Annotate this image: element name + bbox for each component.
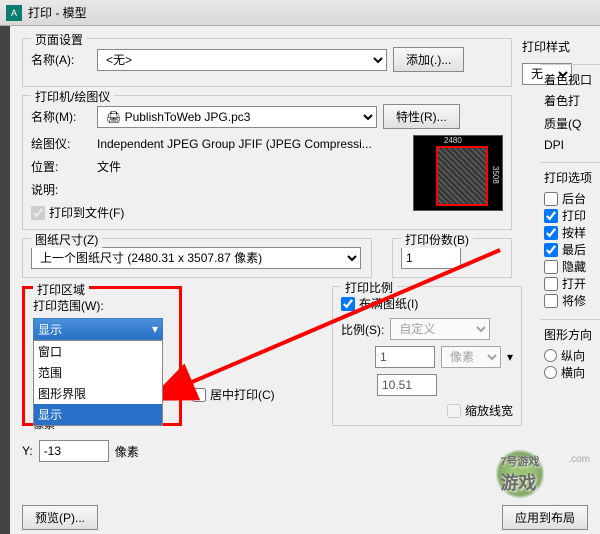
scale-lw-checkbox [447, 404, 461, 418]
scale-label: 比例(S): [341, 321, 384, 338]
chevron-down-icon: ▾ [152, 322, 158, 336]
fit-checkbox[interactable] [341, 297, 355, 311]
scale-title: 打印比例 [341, 279, 397, 296]
properties-button[interactable]: 特性(R)... [383, 104, 460, 129]
preview-button[interactable]: 预览(P)... [22, 505, 98, 530]
window-title: 打印 - 模型 [28, 4, 87, 21]
print-area-group: 打印区域 打印范围(W): 显示▾ 窗口 范围 图形界限 显示 下可打印区域 像… [22, 286, 182, 426]
unit1-input [375, 346, 435, 368]
unit2-input [377, 374, 437, 396]
paper-size-select[interactable]: 上一个图纸尺寸 (2480.31 x 3507.87 像素) [31, 247, 361, 269]
print-area-title: 打印区域 [33, 281, 89, 298]
dropdown-option[interactable]: 显示 [34, 404, 162, 425]
scale-select: 自定义 [390, 318, 490, 340]
center-area: 居中打印(C) [192, 286, 322, 434]
paper-size-group: 图纸尺寸(Z) 上一个图纸尺寸 (2480.31 x 3507.87 像素) [22, 238, 372, 278]
plotter-label: 绘图仪: [31, 135, 91, 152]
desc-label: 说明: [31, 181, 91, 198]
opt-checkbox[interactable] [544, 192, 558, 206]
apply-button[interactable]: 应用到布局 [502, 505, 588, 530]
paper-size-title: 图纸尺寸(Z) [31, 231, 102, 248]
scale-lw-label: 缩放线宽 [465, 402, 513, 419]
where-label: 位置: [31, 158, 91, 175]
center-checkbox[interactable] [192, 388, 206, 402]
add-button[interactable]: 添加(.)... [393, 47, 464, 72]
opt-checkbox[interactable] [544, 209, 558, 223]
titlebar: A 打印 - 模型 [0, 0, 600, 26]
opt-checkbox[interactable] [544, 294, 558, 308]
watermark: 7号游戏游戏 .com [450, 444, 590, 504]
scale-group: 打印比例 布满图纸(I) 比例(S):自定义 像素▾ 缩放线宽 [332, 286, 522, 426]
name-label: 名称(A): [31, 51, 91, 68]
printer-group: 打印机/绘图仪 名称(M): 🖨 PublishToWeb JPG.pc3 特性… [22, 95, 512, 230]
opt-checkbox[interactable] [544, 277, 558, 291]
app-icon: A [6, 5, 22, 21]
orient-radio[interactable] [544, 366, 557, 379]
plotter-value: Independent JPEG Group JFIF (JPEG Compre… [97, 137, 372, 151]
copies-group: 打印份数(B) [392, 238, 512, 278]
y-input[interactable] [39, 440, 109, 462]
center-label: 居中打印(C) [210, 386, 275, 403]
opt-checkbox[interactable] [544, 260, 558, 274]
fit-label: 布满图纸(I) [359, 295, 418, 312]
copies-title: 打印份数(B) [401, 231, 473, 248]
right-column: 着色视口 着色打 质量(Q DPI 打印选项 后台 打印 按样 最后 隐藏 打开… [540, 64, 600, 391]
print-range-dropdown[interactable]: 显示▾ 窗口 范围 图形界限 显示 [33, 318, 163, 340]
y-unit: 像素 [115, 443, 139, 460]
dropdown-list: 窗口 范围 图形界限 显示 [33, 340, 163, 426]
printer-name-select[interactable]: 🖨 PublishToWeb JPG.pc3 [97, 106, 377, 128]
page-setup-group: 页面设置 名称(A): <无> 添加(.)... [22, 38, 512, 87]
printer-name-label: 名称(M): [31, 108, 91, 125]
dropdown-option[interactable]: 窗口 [34, 341, 162, 362]
print-to-file-checkbox [31, 206, 45, 220]
print-range-label: 打印范围(W): [33, 297, 171, 314]
opt-checkbox[interactable] [544, 243, 558, 257]
bottom-buttons: 预览(P)... 应用到布局 [22, 505, 588, 530]
page-setup-title: 页面设置 [31, 31, 87, 48]
orient-radio[interactable] [544, 349, 557, 362]
opt-checkbox[interactable] [544, 226, 558, 240]
dropdown-option[interactable]: 图形界限 [34, 383, 162, 404]
where-value: 文件 [97, 158, 121, 175]
y-label: Y: [22, 444, 33, 458]
page-setup-name-select[interactable]: <无> [97, 49, 387, 71]
printer-title: 打印机/绘图仪 [31, 88, 114, 105]
dropdown-option[interactable]: 范围 [34, 362, 162, 383]
paper-preview: 2480 3508 [413, 135, 503, 211]
print-to-file-label: 打印到文件(F) [49, 204, 124, 221]
copies-input[interactable] [401, 247, 461, 269]
unit-select: 像素 [441, 346, 501, 368]
